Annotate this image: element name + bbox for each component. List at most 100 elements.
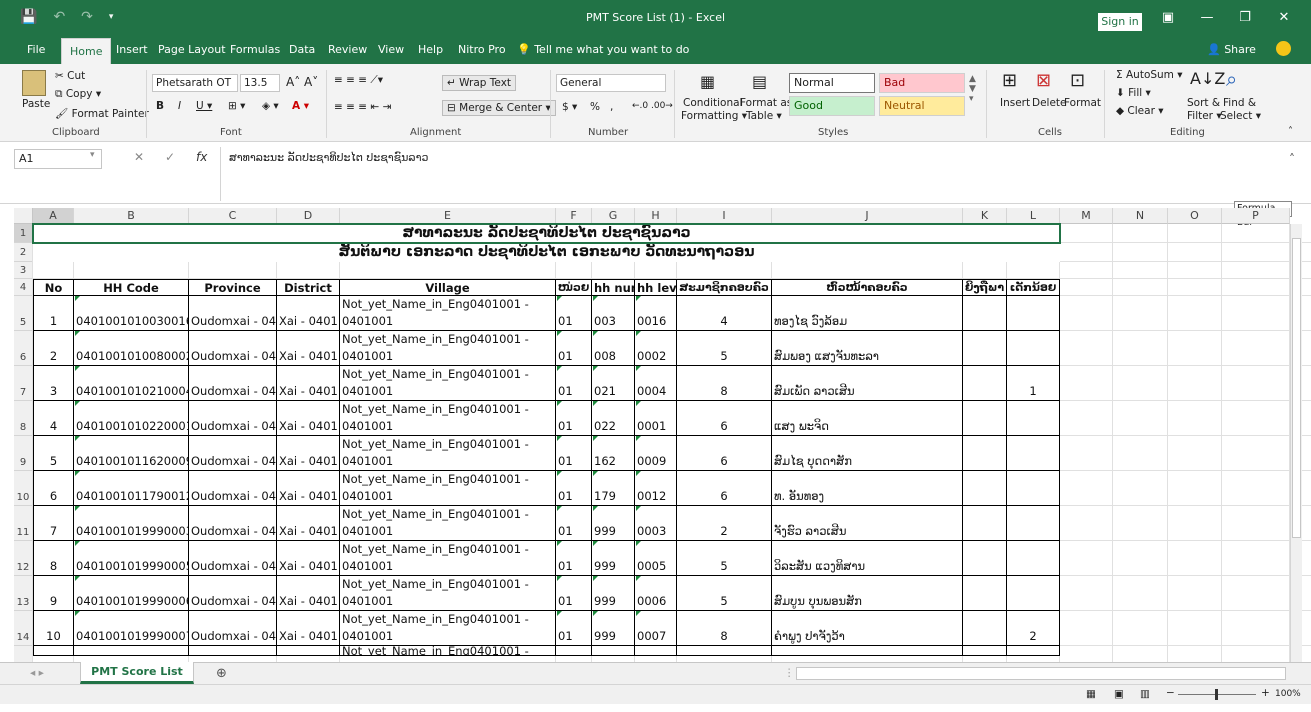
column-header-p[interactable]: P <box>1222 208 1290 224</box>
column-header-f[interactable]: F <box>556 208 592 224</box>
vertical-scroll-thumb[interactable] <box>1292 238 1301 538</box>
select-all-corner[interactable] <box>14 208 33 224</box>
page-break-view-icon[interactable]: ▥ <box>1140 688 1150 700</box>
table-cell-partial[interactable] <box>556 646 592 656</box>
column-header-k[interactable]: K <box>963 208 1007 224</box>
column-header-n[interactable]: N <box>1113 208 1168 224</box>
table-cell-level[interactable]: 0003 <box>635 506 677 541</box>
table-cell-mem[interactable]: 5 <box>677 541 772 576</box>
table-cell-level[interactable]: 0016 <box>635 296 677 331</box>
percent-button[interactable]: % <box>590 101 600 113</box>
clear-button[interactable]: ◆ Clear ▾ <box>1116 105 1164 117</box>
row-header[interactable]: 3 <box>14 262 33 279</box>
cancel-icon[interactable]: ✕ <box>134 150 144 164</box>
table-cell-prov[interactable]: Oudomxai - 04 <box>189 436 277 471</box>
column-header-l[interactable]: L <box>1007 208 1060 224</box>
table-cell-code[interactable]: 0401001011620009 <box>74 436 189 471</box>
find-select-button[interactable]: Find & <box>1223 97 1256 109</box>
table-cell-partial[interactable] <box>277 646 340 656</box>
table-cell-mem[interactable]: 8 <box>677 366 772 401</box>
table-cell-no[interactable]: 1 <box>33 296 74 331</box>
table-cell-prov[interactable]: Oudomxai - 04 <box>189 366 277 401</box>
merge-center-button[interactable]: ⊟ Merge & Center ▾ <box>442 100 556 116</box>
table-cell-preg[interactable] <box>963 436 1007 471</box>
table-cell-head[interactable]: ຄໍາພູງ ປາຈັງວ້າ <box>772 611 963 646</box>
table-cell-no[interactable]: 5 <box>33 436 74 471</box>
table-cell-no[interactable]: 7 <box>33 506 74 541</box>
table-cell-prov[interactable]: Oudomxai - 04 <box>189 506 277 541</box>
tab-review[interactable]: Review <box>328 43 367 56</box>
table-cell-unit[interactable]: 01 <box>556 576 592 611</box>
table-cell-partial[interactable] <box>74 646 189 656</box>
row-header[interactable]: 7 <box>14 366 33 401</box>
number-format-select[interactable]: General <box>556 74 666 92</box>
table-cell-unit[interactable]: 01 <box>556 366 592 401</box>
conditional-formatting-icon[interactable]: ▦ <box>700 72 715 91</box>
table-cell-num[interactable]: 021 <box>592 366 635 401</box>
table-cell-dist[interactable]: Xai - 0401 <box>277 401 340 436</box>
table-cell-preg[interactable] <box>963 401 1007 436</box>
table-cell-child[interactable] <box>1007 541 1060 576</box>
table-cell-head[interactable]: ຈັງຮົວ ລາວເສີນ <box>772 506 963 541</box>
tab-nitro-pro[interactable]: Nitro Pro <box>458 43 506 56</box>
table-cell-num[interactable]: 022 <box>592 401 635 436</box>
table-cell-mem[interactable]: 5 <box>677 576 772 611</box>
table-cell-code[interactable]: 0401001010080002 <box>74 331 189 366</box>
row-header[interactable]: 6 <box>14 331 33 366</box>
table-cell-head[interactable]: ສົມໄຊ ບຸດດາສັກ <box>772 436 963 471</box>
page-layout-view-icon[interactable]: ▣ <box>1114 688 1124 700</box>
table-cell-preg[interactable] <box>963 366 1007 401</box>
table-header-cell[interactable]: No <box>33 279 74 296</box>
table-cell-num[interactable]: 179 <box>592 471 635 506</box>
table-cell-head[interactable]: ແສງ ພະຈິດ <box>772 401 963 436</box>
fill-button[interactable]: ⬇ Fill ▾ <box>1116 87 1151 99</box>
paste-button[interactable]: Paste <box>22 98 50 110</box>
sheet-title-2[interactable]: ສັນຕິພາບ ເອກະລາດ ປະຊາທິປະໄຕ ເອກະພາບ ວັດທ… <box>33 243 1060 262</box>
sign-in-button[interactable]: Sign in <box>1098 13 1142 31</box>
table-cell-code[interactable]: 0401001010210004 <box>74 366 189 401</box>
bold-icon[interactable]: B <box>156 100 164 112</box>
table-cell-no[interactable]: 10 <box>33 611 74 646</box>
table-cell-prov[interactable]: Oudomxai - 04 <box>189 296 277 331</box>
delete-cells-button[interactable]: Delete <box>1032 97 1067 109</box>
table-cell-preg[interactable] <box>963 471 1007 506</box>
collapse-ribbon-icon[interactable]: ˄ <box>1288 126 1293 137</box>
table-cell-head[interactable]: ສົມພອງ ແສງຈັນທະລາ <box>772 331 963 366</box>
table-cell-level[interactable]: 0002 <box>635 331 677 366</box>
row-header[interactable]: 13 <box>14 576 33 611</box>
insert-function-icon[interactable]: fx <box>196 150 207 164</box>
table-cell-child[interactable]: 2 <box>1007 611 1060 646</box>
borders-icon[interactable]: ⊞ ▾ <box>228 100 245 112</box>
table-cell-mem[interactable]: 6 <box>677 436 772 471</box>
format-painter-button[interactable]: 🖌 Format Painter <box>55 107 149 120</box>
table-cell-preg[interactable] <box>963 611 1007 646</box>
table-cell-head[interactable]: ສົມບູນ ບຸນພອນສັກ <box>772 576 963 611</box>
table-cell-dist[interactable]: Xai - 0401 <box>277 296 340 331</box>
table-cell-head[interactable]: ສົມເພັດ ລາວເສີນ <box>772 366 963 401</box>
table-cell-dist[interactable]: Xai - 0401 <box>277 471 340 506</box>
font-size-select[interactable]: 13.5 <box>240 74 280 92</box>
enter-icon[interactable]: ✓ <box>165 150 175 164</box>
table-cell-mem[interactable]: 4 <box>677 296 772 331</box>
table-cell-level[interactable]: 0007 <box>635 611 677 646</box>
table-cell-prov[interactable]: Oudomxai - 04 <box>189 576 277 611</box>
table-cell-code[interactable]: 0401001010030016 <box>74 296 189 331</box>
align-top-icon[interactable]: ≡ ≡ ≡ ⟋▾ <box>334 74 383 87</box>
table-cell-code[interactable]: 0401001019990003 <box>74 506 189 541</box>
close-icon[interactable]: ✕ <box>1272 10 1296 25</box>
table-cell-child[interactable]: 1 <box>1007 366 1060 401</box>
wrap-text-button[interactable]: ↵ Wrap Text <box>442 75 517 91</box>
table-cell-partial[interactable] <box>33 646 74 656</box>
ribbon-display-icon[interactable]: ▣ <box>1156 10 1180 25</box>
table-cell-prov[interactable]: Oudomxai - 04 <box>189 611 277 646</box>
zoom-in-icon[interactable]: + <box>1261 687 1270 699</box>
style-good[interactable]: Good <box>789 96 875 116</box>
hscroll-grip[interactable]: ⋮ <box>784 667 795 679</box>
decimal-icons[interactable]: ←.0 .00→ <box>632 101 673 111</box>
table-cell-num[interactable]: 008 <box>592 331 635 366</box>
row-header[interactable]: 8 <box>14 401 33 436</box>
column-header-a[interactable]: A <box>33 208 74 224</box>
table-cell-level[interactable]: 0012 <box>635 471 677 506</box>
table-cell-num[interactable]: 999 <box>592 576 635 611</box>
table-cell-dist[interactable]: Xai - 0401 <box>277 366 340 401</box>
